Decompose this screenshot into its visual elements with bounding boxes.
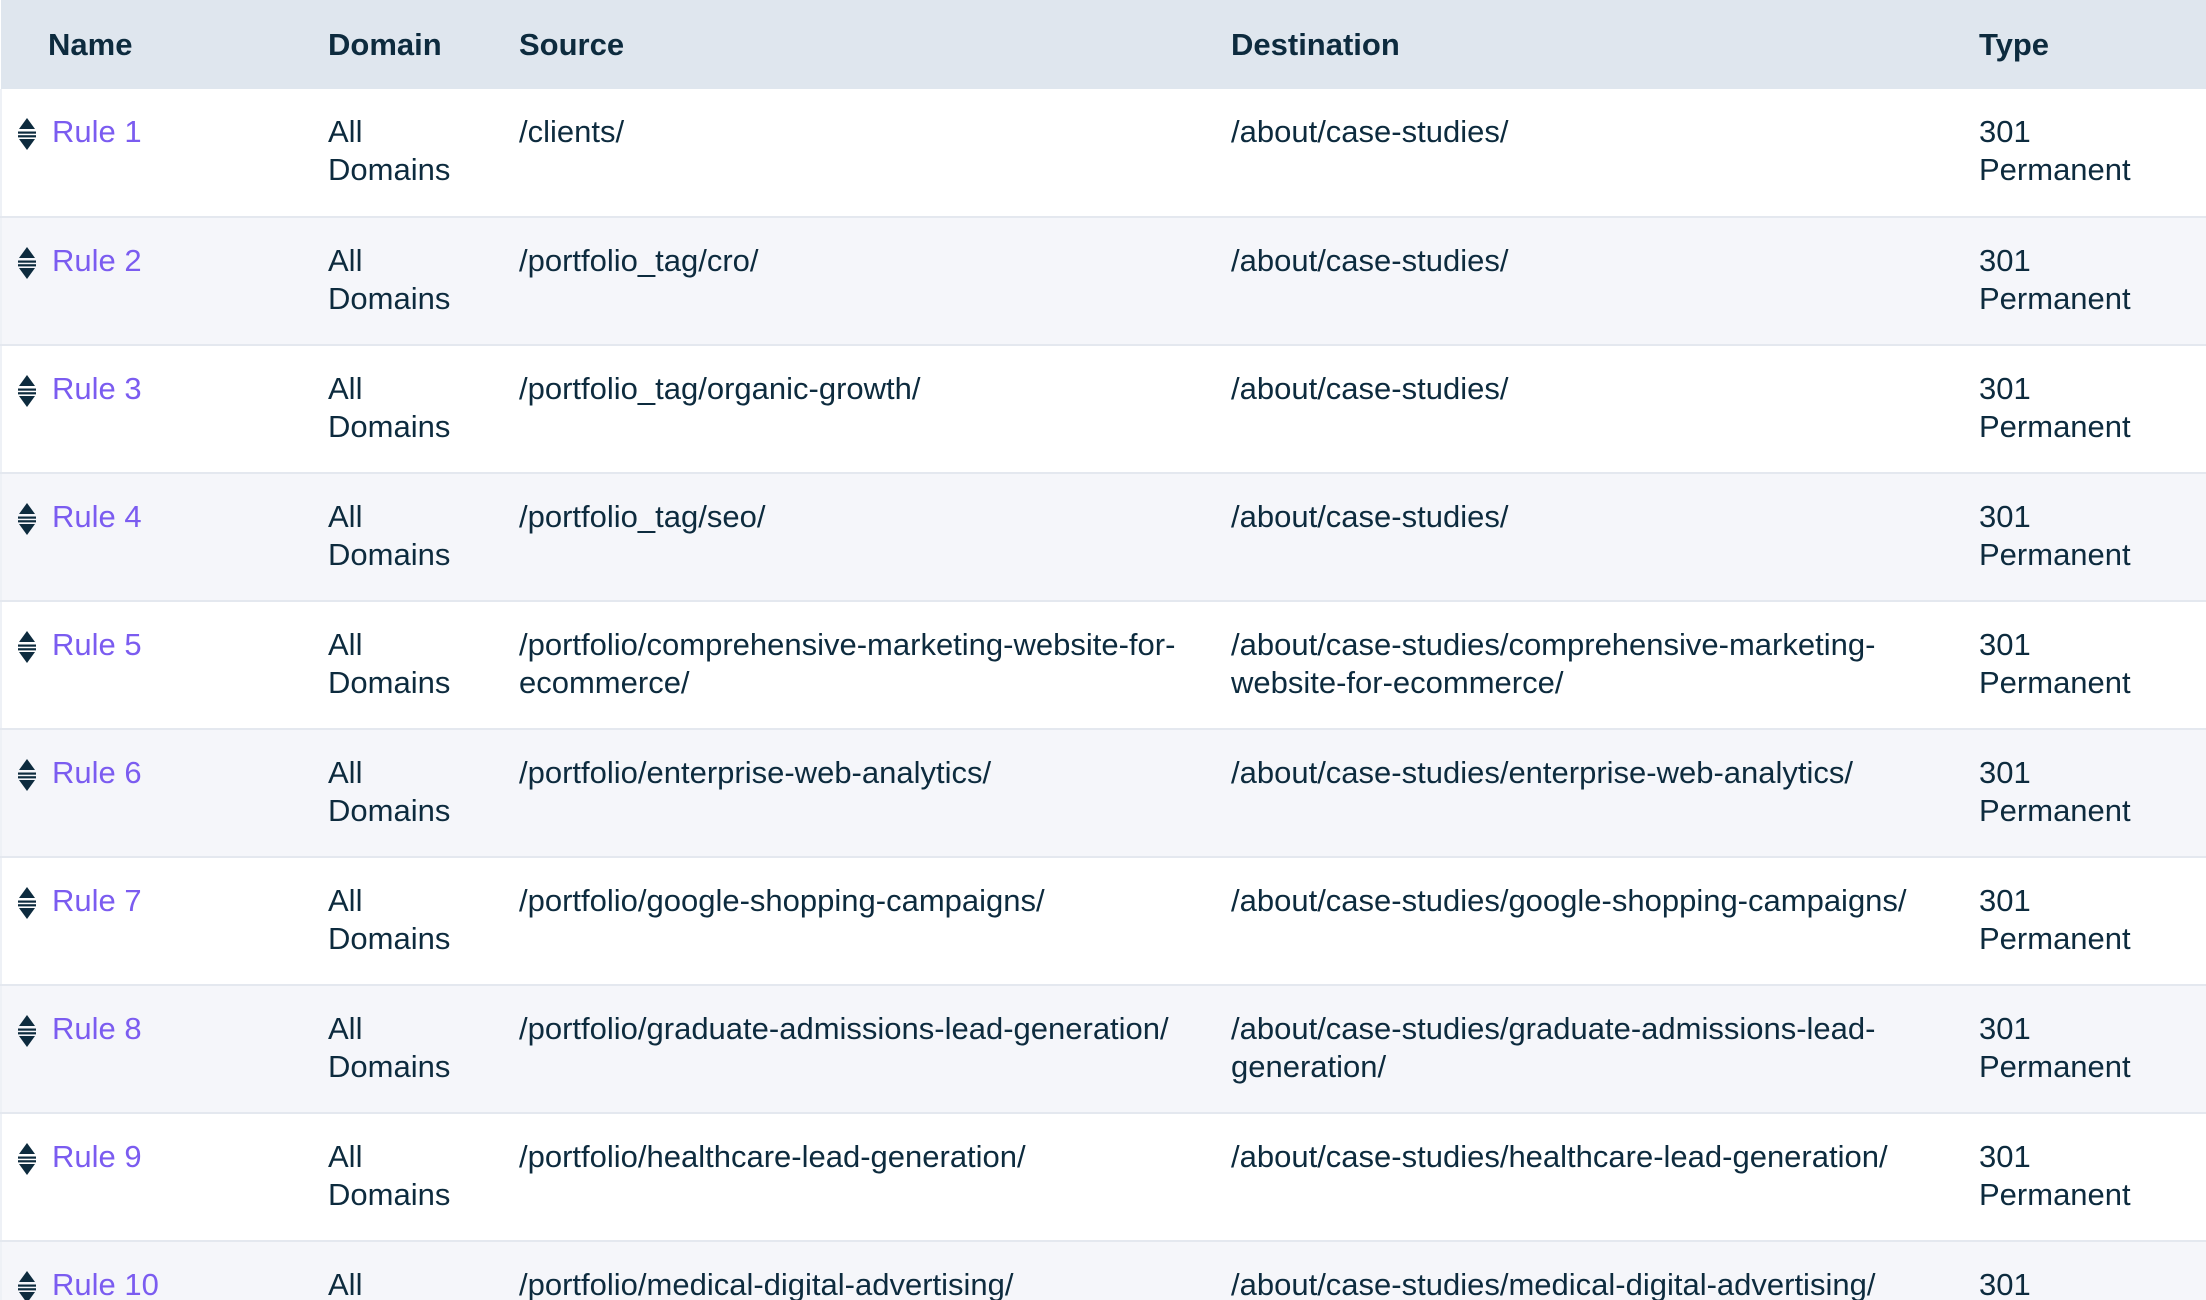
sort-updown-icon[interactable] — [16, 1014, 38, 1048]
table-row: Rule 6 All Domains/portfolio/enterprise-w… — [1, 729, 2206, 858]
cell-domain: All Domains — [328, 627, 451, 700]
table-row: Rule 2 All Domains/portfolio_tag/cro/ /abo… — [1, 217, 2206, 346]
cell-type: 301 Permanent — [1979, 371, 2131, 444]
cell-name: Rule 2 — [1, 217, 328, 345]
redirect-rules-table: Name Domain Source Destination Type Rule… — [0, 0, 2206, 1300]
cell-name: Rule 7 — [1, 857, 328, 985]
column-header-source[interactable]: Source — [519, 0, 1231, 89]
sort-updown-icon[interactable] — [16, 630, 38, 664]
sort-updown-icon[interactable] — [16, 246, 38, 280]
cell-domain: All Domains — [328, 1267, 363, 1300]
cell-domain: All Domains — [328, 243, 451, 316]
cell-source: /portfolio/graduate-admissions-lead-gene… — [519, 1011, 1169, 1047]
cell-type: 301 Permanent — [1979, 499, 2131, 572]
sort-updown-icon[interactable] — [16, 758, 38, 792]
rule-link[interactable]: Rule 8 — [52, 1010, 142, 1048]
cell-destination: /about/case-studies/google-shopping-camp… — [1231, 883, 1907, 919]
cell-type: 301 Permanent — [1979, 1139, 2131, 1212]
cell-destination: /about/case-studies/enterprise-web-analy… — [1231, 755, 1854, 791]
table-row: Rule 9 All Domains/portfolio/healthcare-l… — [1, 1113, 2206, 1242]
rule-link[interactable]: Rule 1 — [52, 113, 142, 151]
cell-domain: All Domains — [328, 371, 451, 444]
rule-link[interactable]: Rule 5 — [52, 626, 142, 664]
cell-source: /portfolio/google-shopping-campaigns/ — [519, 883, 1045, 919]
sort-updown-icon[interactable] — [16, 117, 38, 151]
column-header-domain[interactable]: Domain — [328, 0, 519, 89]
table-body: Rule 1 All Domains/clients/ /about/case-st… — [1, 89, 2206, 1300]
cell-destination: /about/case-studies/ — [1231, 371, 1509, 407]
cell-type: 301 Permanent — [1979, 243, 2131, 316]
table-header: Name Domain Source Destination Type — [1, 0, 2206, 90]
cell-type: 301 Permanent — [1979, 883, 2131, 956]
rule-link[interactable]: Rule 4 — [52, 498, 142, 536]
cell-source: /portfolio/enterprise-web-analytics/ — [519, 755, 992, 791]
cell-domain: All Domains — [328, 883, 451, 956]
cell-domain: All Domains — [328, 1011, 451, 1084]
cell-destination: /about/case-studies/ — [1231, 114, 1509, 150]
cell-destination: /about/case-studies/medical-digital-adve… — [1231, 1267, 1876, 1300]
table-row: Rule 7 All Domains/portfolio/google-shopp… — [1, 857, 2206, 986]
table-row: Rule 8 All Domains/portfolio/graduate-adm… — [1, 985, 2206, 1114]
cell-name: Rule 10 — [1, 1241, 328, 1300]
cell-destination: /about/case-studies/healthcare-lead-gene… — [1231, 1139, 1888, 1175]
table-row: Rule 10 All Domains/portfolio/medical-dig… — [1, 1241, 2206, 1300]
rule-link[interactable]: Rule 3 — [52, 370, 142, 408]
cell-source: /portfolio_tag/organic-growth/ — [519, 371, 921, 407]
cell-domain: All Domains — [328, 1139, 451, 1212]
cell-destination: /about/case-studies/ — [1231, 499, 1509, 535]
column-header-type[interactable]: Type — [1979, 0, 2206, 89]
cell-name: Rule 9 — [1, 1113, 328, 1241]
rule-link[interactable]: Rule 6 — [52, 754, 142, 792]
column-header-name[interactable]: Name — [1, 0, 328, 89]
cell-source: /portfolio_tag/cro/ — [519, 243, 759, 279]
table-row: Rule 5 All Domains/portfolio/comprehensiv… — [1, 601, 2206, 730]
cell-source: /portfolio/medical-digital-advertising/ — [519, 1267, 1014, 1300]
cell-destination: /about/case-studies/ — [1231, 243, 1509, 279]
cell-name: Rule 8 — [1, 985, 328, 1113]
rule-link[interactable]: Rule 7 — [52, 882, 142, 920]
cell-type: 301 Permanent — [1979, 1267, 2031, 1300]
cell-type: 301 Permanent — [1979, 627, 2131, 700]
cell-domain: All Domains — [328, 114, 451, 187]
cell-type: 301 Permanent — [1979, 1011, 2131, 1084]
table-row: Rule 3 All Domains/portfolio_tag/organic-… — [1, 345, 2206, 474]
table-header-row: Name Domain Source Destination Type — [1, 0, 2206, 90]
cell-name: Rule 1 — [1, 89, 328, 217]
cell-name: Rule 5 — [1, 601, 328, 729]
table-row: Rule 4 All Domains/portfolio_tag/seo/ /abo… — [1, 473, 2206, 602]
cell-destination: /about/case-studies/graduate-admissions-… — [1231, 1011, 1876, 1084]
cell-source: /portfolio/comprehensive-marketing-websi… — [519, 627, 1176, 700]
sort-updown-icon[interactable] — [16, 1142, 38, 1176]
cell-destination: /about/case-studies/comprehensive-market… — [1231, 627, 1876, 700]
rule-link[interactable]: Rule 9 — [52, 1138, 142, 1176]
cell-domain: All Domains — [328, 755, 451, 828]
cell-name: Rule 6 — [1, 729, 328, 857]
cell-type: 301 Permanent — [1979, 114, 2131, 187]
sort-updown-icon[interactable] — [16, 374, 38, 408]
rule-link[interactable]: Rule 10 — [52, 1266, 159, 1300]
rule-link[interactable]: Rule 2 — [52, 242, 142, 280]
cell-source: /portfolio_tag/seo/ — [519, 499, 766, 535]
sort-updown-icon[interactable] — [16, 886, 38, 920]
cell-name: Rule 4 — [1, 473, 328, 601]
sort-updown-icon[interactable] — [16, 1270, 38, 1300]
table-row: Rule 1 All Domains/clients/ /about/case-st… — [1, 89, 2206, 218]
cell-source: /clients/ — [519, 114, 625, 150]
redirect-rules-table-container: Name Domain Source Destination Type Rule… — [0, 0, 2206, 1300]
cell-source: /portfolio/healthcare-lead-generation/ — [519, 1139, 1026, 1175]
cell-type: 301 Permanent — [1979, 755, 2131, 828]
sort-updown-icon[interactable] — [16, 502, 38, 536]
cell-name: Rule 3 — [1, 345, 328, 473]
column-header-destination[interactable]: Destination — [1231, 0, 1979, 89]
cell-domain: All Domains — [328, 499, 451, 572]
